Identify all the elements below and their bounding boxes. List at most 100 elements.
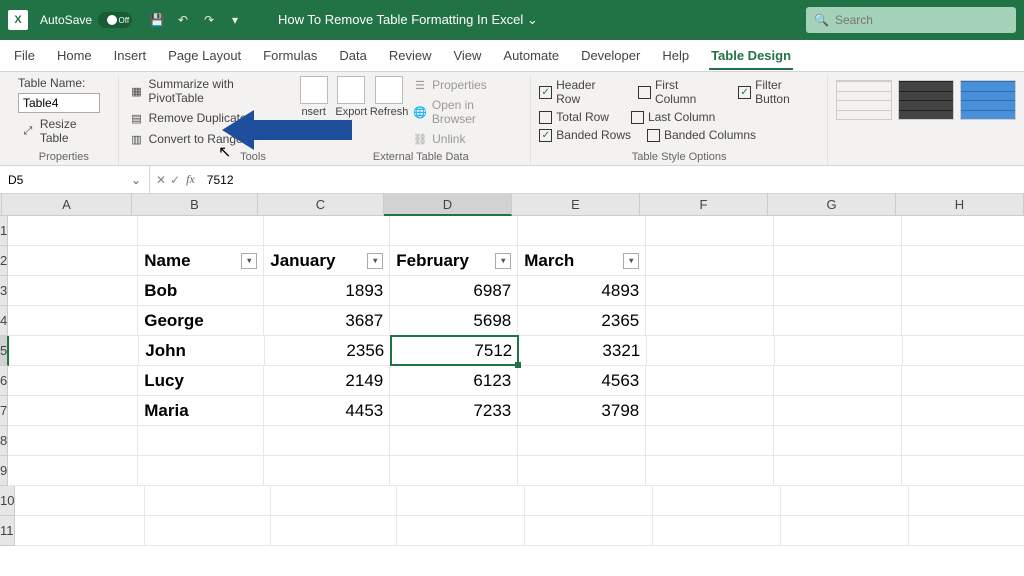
cell[interactable] <box>902 456 1024 486</box>
resize-table-button[interactable]: ⤢ Resize Table <box>18 116 110 146</box>
export-button[interactable]: Export <box>334 76 368 151</box>
cell[interactable]: 2356 <box>265 336 391 366</box>
spreadsheet-grid[interactable]: A B C D E F G H 1 2 Name▾ January▾ Febru… <box>0 194 1024 546</box>
cell[interactable] <box>774 456 902 486</box>
redo-icon[interactable]: ↷ <box>196 7 222 33</box>
cell[interactable]: George <box>138 306 264 336</box>
tab-review[interactable]: Review <box>387 42 434 69</box>
search-box[interactable]: 🔍 <box>806 7 1016 33</box>
cell[interactable] <box>902 246 1024 276</box>
cell[interactable] <box>271 516 397 546</box>
cell[interactable] <box>902 396 1024 426</box>
col-header-F[interactable]: F <box>640 194 768 216</box>
cell[interactable] <box>390 456 518 486</box>
cell[interactable]: 3798 <box>518 396 646 426</box>
cell[interactable] <box>646 396 774 426</box>
cell[interactable]: 1893 <box>264 276 390 306</box>
cell[interactable] <box>781 486 909 516</box>
last-column-checkbox[interactable]: Last Column <box>631 110 715 124</box>
tab-home[interactable]: Home <box>55 42 94 69</box>
header-row-checkbox[interactable]: ✓Header Row <box>539 78 622 106</box>
first-column-checkbox[interactable]: First Column <box>638 78 722 106</box>
cell[interactable] <box>902 276 1024 306</box>
tab-developer[interactable]: Developer <box>579 42 642 69</box>
cell[interactable] <box>774 216 902 246</box>
save-icon[interactable]: 💾 <box>144 7 170 33</box>
cell[interactable] <box>902 426 1024 456</box>
cell[interactable] <box>909 486 1024 516</box>
col-header-G[interactable]: G <box>768 194 896 216</box>
cell[interactable]: 4893 <box>518 276 646 306</box>
cell[interactable]: 2365 <box>518 306 646 336</box>
tab-view[interactable]: View <box>451 42 483 69</box>
total-row-checkbox[interactable]: Total Row <box>539 110 609 124</box>
cell[interactable]: 2149 <box>264 366 390 396</box>
filter-dropdown-icon[interactable]: ▾ <box>367 253 383 269</box>
cell[interactable] <box>653 486 781 516</box>
cell[interactable]: Lucy <box>138 366 264 396</box>
cell[interactable] <box>264 426 390 456</box>
cell[interactable] <box>903 336 1024 366</box>
fx-icon[interactable]: fx <box>186 172 195 187</box>
cell[interactable] <box>264 456 390 486</box>
refresh-button[interactable]: Refresh <box>372 76 406 151</box>
row-header-9[interactable]: 9 <box>0 456 8 486</box>
cell[interactable] <box>647 336 775 366</box>
summarize-pivottable-button[interactable]: ▦Summarize with PivotTable <box>127 76 293 106</box>
cell[interactable] <box>774 396 902 426</box>
table-header-name[interactable]: Name▾ <box>138 246 264 276</box>
cell[interactable] <box>8 366 138 396</box>
cell[interactable]: 6123 <box>390 366 518 396</box>
cell[interactable]: John <box>139 336 265 366</box>
cell[interactable] <box>774 246 902 276</box>
cell[interactable] <box>397 516 525 546</box>
cell-selected[interactable]: 7512 <box>391 336 519 366</box>
cell[interactable] <box>518 456 646 486</box>
cell[interactable] <box>390 426 518 456</box>
tab-formulas[interactable]: Formulas <box>261 42 319 69</box>
col-header-E[interactable]: E <box>512 194 640 216</box>
qat-dropdown-icon[interactable]: ▾ <box>222 7 248 33</box>
cell[interactable] <box>138 216 264 246</box>
filter-dropdown-icon[interactable]: ▾ <box>241 253 257 269</box>
cell[interactable]: 5698 <box>390 306 518 336</box>
cell[interactable] <box>15 516 145 546</box>
cell[interactable] <box>646 306 774 336</box>
filter-dropdown-icon[interactable]: ▾ <box>623 253 639 269</box>
cell[interactable] <box>390 216 518 246</box>
cell[interactable] <box>653 516 781 546</box>
cell[interactable] <box>646 216 774 246</box>
col-header-B[interactable]: B <box>132 194 258 216</box>
cell[interactable] <box>646 246 774 276</box>
row-header-3[interactable]: 3 <box>0 276 8 306</box>
remove-duplicates-button[interactable]: ▤Remove Duplicates <box>127 109 293 127</box>
name-box[interactable]: D5 ⌄ <box>0 166 150 193</box>
cell[interactable] <box>138 426 264 456</box>
col-header-A[interactable]: A <box>2 194 132 216</box>
search-input[interactable] <box>835 13 1008 27</box>
table-header-feb[interactable]: February▾ <box>390 246 518 276</box>
cell[interactable] <box>646 426 774 456</box>
tab-insert[interactable]: Insert <box>112 42 149 69</box>
cell[interactable] <box>264 216 390 246</box>
row-header-4[interactable]: 4 <box>0 306 8 336</box>
cell[interactable] <box>902 366 1024 396</box>
cell[interactable] <box>8 246 138 276</box>
table-header-jan[interactable]: January▾ <box>264 246 390 276</box>
cell[interactable]: 3321 <box>519 336 647 366</box>
tab-automate[interactable]: Automate <box>501 42 561 69</box>
cell[interactable] <box>145 486 271 516</box>
formula-input[interactable]: 7512 <box>203 173 1024 187</box>
cell[interactable]: 4563 <box>518 366 646 396</box>
cell[interactable] <box>775 336 903 366</box>
cell[interactable]: Maria <box>138 396 264 426</box>
table-style-dark[interactable] <box>898 80 954 120</box>
cell[interactable] <box>774 306 902 336</box>
row-header-6[interactable]: 6 <box>0 366 8 396</box>
cell[interactable] <box>8 276 138 306</box>
tab-file[interactable]: File <box>12 42 37 69</box>
cell[interactable] <box>902 216 1024 246</box>
cell[interactable]: 7233 <box>390 396 518 426</box>
filter-button-checkbox[interactable]: ✓Filter Button <box>738 78 819 106</box>
table-style-light[interactable] <box>836 80 892 120</box>
